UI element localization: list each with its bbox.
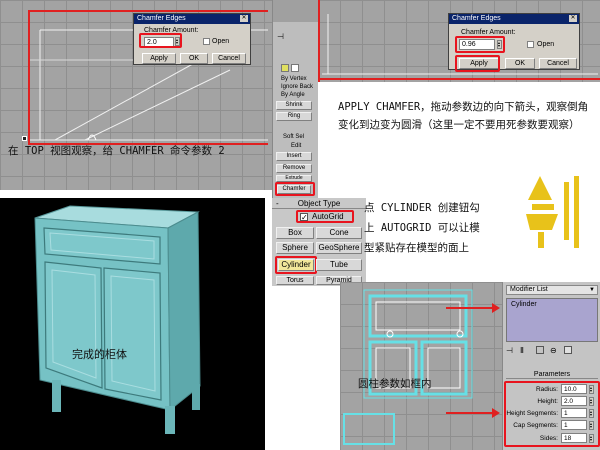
modifier-list-dropdown[interactable]: Modifier List ▼ — [506, 285, 598, 295]
tube-button[interactable]: Tube — [316, 259, 362, 271]
panel-item-0: By Vertex — [281, 76, 307, 82]
cone-button[interactable]: Cone — [316, 227, 362, 239]
parameters-rollout-header[interactable]: Parameters — [506, 370, 598, 379]
apply-button[interactable]: Apply — [142, 53, 176, 64]
open-label-2: Open — [537, 41, 555, 48]
stack-toolbar: ⊣ Ⅱ ⊖ — [506, 346, 598, 356]
sphere-button[interactable]: Sphere — [276, 242, 314, 254]
dialog-title: Chamfer Edges — [134, 14, 250, 24]
panel1-caption: 在 TOP 视图观察，给 CHAMFER 命令参数 2 — [8, 145, 225, 157]
remove-button[interactable]: Remove — [276, 164, 312, 173]
pin-icon[interactable]: ⊣ — [277, 32, 284, 41]
chamfer-amount-label-2: Chamfer Amount: — [461, 29, 516, 36]
ring-button[interactable]: Ring — [276, 112, 312, 121]
vertex-marker — [22, 136, 27, 141]
remove-modifier-icon[interactable]: ⊖ — [550, 346, 557, 355]
command-panel: ⊣ By Vertex Ignore Back By Angle Shrink … — [272, 0, 319, 198]
panel3-caption: 完成的柜体 — [72, 348, 127, 361]
box-button[interactable]: Box — [276, 227, 314, 239]
stack-item-cylinder[interactable]: Cylinder — [511, 301, 537, 308]
close-icon[interactable]: ✕ — [240, 15, 248, 22]
show-end-result-icon[interactable]: Ⅱ — [520, 346, 524, 355]
open-label: Open — [212, 38, 230, 45]
modifier-list-label: Modifier List — [510, 286, 548, 293]
ok-button[interactable]: OK — [180, 53, 208, 64]
dialog-title-2: Chamfer Edges — [449, 14, 579, 24]
cancel-button-2[interactable]: Cancel — [539, 58, 577, 69]
red-arrow-head — [492, 303, 500, 313]
panel4-caption: 点 CYLINDER 创建钮勾上 AUTOGRID 可以让模型紧贴存在模型的面上 — [364, 202, 480, 254]
panel-item-2: By Angle — [281, 92, 305, 98]
panel1-viewport: Chamfer Edges ✕ Chamfer Amount: 2.0 Open… — [0, 0, 272, 190]
configure-icon[interactable] — [564, 346, 572, 354]
modify-panel: Modifier List ▼ Cylinder ⊣ Ⅱ ⊖ Parameter… — [502, 282, 600, 450]
cabinet-render: 完成的柜体 — [0, 198, 265, 450]
open-checkbox[interactable] — [203, 38, 210, 45]
red-arrow — [446, 307, 496, 309]
object-type-rollout: Object Type - ✓ AutoGrid Box Cone Sphere… — [272, 198, 366, 286]
object-type-title: Object Type — [297, 199, 341, 208]
autogrid-highlight — [296, 210, 354, 223]
vertex-mode-icon[interactable] — [281, 64, 289, 72]
cylinder-highlight — [275, 256, 317, 274]
torus-button[interactable]: Torus — [276, 276, 314, 285]
panel5-caption: 圆柱参数如框内 — [358, 378, 432, 390]
insert-button[interactable]: Insert — [276, 152, 312, 161]
edit-rollout[interactable]: Edit — [291, 143, 301, 149]
amount-highlight — [139, 33, 182, 48]
panel-item-1: Ignore Back — [281, 84, 314, 90]
chevron-down-icon: ▼ — [589, 287, 595, 293]
brand-logo-icon — [526, 176, 579, 248]
params-highlight — [504, 381, 600, 447]
cabinet-drawing — [34, 205, 201, 434]
panel2-caption: APPLY CHAMFER，拖动参数边的向下箭头，观察倒角变化到边变为圆滑（这里… — [338, 101, 589, 131]
close-icon[interactable]: ✕ — [569, 15, 577, 22]
edge-mode-icon[interactable] — [291, 64, 299, 72]
geosphere-button[interactable]: GeoSphere — [316, 242, 362, 254]
collapse-icon[interactable]: - — [276, 199, 279, 208]
pin-stack-icon[interactable]: ⊣ — [506, 346, 513, 355]
red-arrow-2 — [446, 412, 496, 414]
soft-sel-rollout[interactable]: Soft Sel — [283, 134, 304, 140]
cancel-button[interactable]: Cancel — [212, 53, 246, 64]
open-checkbox-2[interactable] — [527, 41, 534, 48]
panel2-viewport: Chamfer Edges ✕ Chamfer Amount: 0.96 Ope… — [318, 0, 600, 82]
object-type-header[interactable]: Object Type — [272, 199, 366, 209]
ok-button-2[interactable]: OK — [505, 58, 535, 69]
shrink-button[interactable]: Shrink — [276, 101, 312, 110]
amount-highlight-2 — [455, 36, 505, 53]
make-unique-icon[interactable] — [536, 346, 544, 354]
red-arrow-head-2 — [492, 408, 500, 418]
apply-highlight — [455, 55, 500, 72]
parameters-title: Parameters — [533, 371, 571, 378]
modifier-stack[interactable]: Cylinder — [506, 298, 598, 342]
extrude-button[interactable]: Extrude — [276, 175, 312, 182]
chamfer-highlight — [275, 182, 315, 196]
